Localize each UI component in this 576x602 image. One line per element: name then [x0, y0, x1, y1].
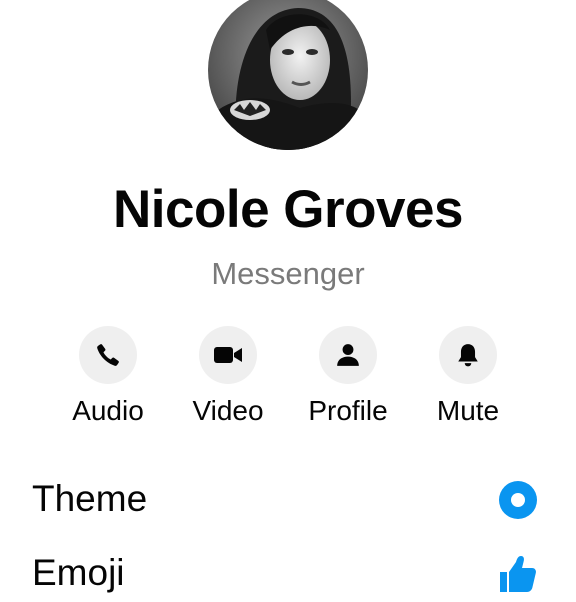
video-button-circle: [199, 326, 257, 384]
person-icon: [337, 344, 359, 366]
bell-icon: [458, 344, 478, 367]
theme-label: Theme: [32, 478, 148, 519]
theme-circle-icon: [499, 481, 537, 519]
emoji-setting[interactable]: Emoji: [0, 542, 576, 602]
emoji-label: Emoji: [32, 552, 125, 593]
contact-name: Nicole Groves: [113, 180, 463, 239]
avatar[interactable]: [208, 0, 368, 150]
video-camera-icon: [214, 347, 242, 363]
audio-label: Audio: [72, 395, 144, 426]
theme-setting[interactable]: Theme: [0, 468, 576, 528]
profile-button[interactable]: Profile: [288, 326, 408, 428]
audio-call-button[interactable]: Audio: [48, 326, 168, 428]
profile-button-circle: [319, 326, 377, 384]
contact-source: Messenger: [211, 256, 365, 291]
mute-button[interactable]: Mute: [408, 326, 528, 428]
phone-icon: [97, 344, 119, 366]
video-call-button[interactable]: Video: [168, 326, 288, 428]
audio-button-circle: [79, 326, 137, 384]
profile-label: Profile: [308, 395, 388, 426]
thumbs-up-icon: [500, 556, 536, 592]
mute-label: Mute: [436, 395, 500, 426]
video-label: Video: [192, 395, 264, 426]
action-bar: Audio Video Profile Mute: [0, 326, 576, 436]
mute-button-circle: [439, 326, 497, 384]
